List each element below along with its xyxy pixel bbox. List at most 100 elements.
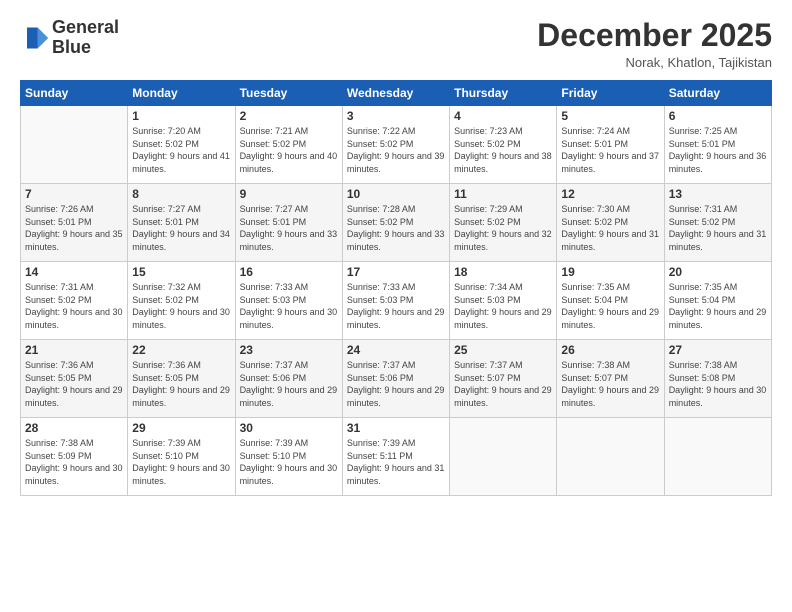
day-number: 1 [132, 109, 230, 123]
day-info: Sunrise: 7:39 AMSunset: 5:10 PMDaylight:… [132, 437, 230, 487]
day-cell: 1 Sunrise: 7:20 AMSunset: 5:02 PMDaylight… [128, 106, 235, 184]
week-row-4: 21 Sunrise: 7:36 AMSunset: 5:05 PMDayligh… [21, 340, 772, 418]
day-number: 11 [454, 187, 552, 201]
calendar-table: SundayMondayTuesdayWednesdayThursdayFrid… [20, 80, 772, 496]
header-sunday: Sunday [21, 81, 128, 106]
day-number: 21 [25, 343, 123, 357]
day-number: 12 [561, 187, 659, 201]
day-number: 16 [240, 265, 338, 279]
day-cell: 22 Sunrise: 7:36 AMSunset: 5:05 PMDayligh… [128, 340, 235, 418]
location: Norak, Khatlon, Tajikistan [537, 55, 772, 70]
day-number: 18 [454, 265, 552, 279]
day-info: Sunrise: 7:32 AMSunset: 5:02 PMDaylight:… [132, 281, 230, 331]
day-cell: 16Sunrise: 7:33 AMSunset: 5:03 PMDayligh… [235, 262, 342, 340]
day-number: 9 [240, 187, 338, 201]
week-row-2: 7Sunrise: 7:26 AMSunset: 5:01 PMDaylight… [21, 184, 772, 262]
week-row-1: 1 Sunrise: 7:20 AMSunset: 5:02 PMDaylight… [21, 106, 772, 184]
header-monday: Monday [128, 81, 235, 106]
header-friday: Friday [557, 81, 664, 106]
day-number: 22 [132, 343, 230, 357]
day-cell: 2 Sunrise: 7:21 AMSunset: 5:02 PMDaylight… [235, 106, 342, 184]
header-saturday: Saturday [664, 81, 771, 106]
day-info: Sunrise: 7:38 AMSunset: 5:09 PMDaylight:… [25, 437, 123, 487]
day-cell: 5 Sunrise: 7:24 AMSunset: 5:01 PMDaylight… [557, 106, 664, 184]
day-cell: 4Sunrise: 7:23 AMSunset: 5:02 PMDaylight… [450, 106, 557, 184]
day-cell: 19 Sunrise: 7:35 AMSunset: 5:04 PMDayligh… [557, 262, 664, 340]
day-info: Sunrise: 7:37 AMSunset: 5:06 PMDaylight:… [240, 359, 338, 409]
day-number: 15 [132, 265, 230, 279]
day-cell [557, 418, 664, 496]
day-cell: 3Sunrise: 7:22 AMSunset: 5:02 PMDaylight… [342, 106, 449, 184]
day-number: 10 [347, 187, 445, 201]
day-cell: 11 Sunrise: 7:29 AMSunset: 5:02 PMDayligh… [450, 184, 557, 262]
day-number: 23 [240, 343, 338, 357]
day-number: 7 [25, 187, 123, 201]
week-row-5: 28 Sunrise: 7:38 AMSunset: 5:09 PMDayligh… [21, 418, 772, 496]
day-cell: 14 Sunrise: 7:31 AMSunset: 5:02 PMDayligh… [21, 262, 128, 340]
day-number: 13 [669, 187, 767, 201]
day-cell: 9 Sunrise: 7:27 AMSunset: 5:01 PMDaylight… [235, 184, 342, 262]
day-info: Sunrise: 7:24 AMSunset: 5:01 PMDaylight:… [561, 125, 659, 175]
day-cell: 8 Sunrise: 7:27 AMSunset: 5:01 PMDaylight… [128, 184, 235, 262]
day-number: 29 [132, 421, 230, 435]
logo-text-blue: Blue [52, 38, 119, 58]
day-number: 6 [669, 109, 767, 123]
calendar-page: General Blue December 2025 Norak, Khatlo… [0, 0, 792, 612]
month-title: December 2025 [537, 18, 772, 53]
day-number: 5 [561, 109, 659, 123]
day-cell [450, 418, 557, 496]
day-cell: 31Sunrise: 7:39 AMSunset: 5:11 PMDayligh… [342, 418, 449, 496]
day-number: 27 [669, 343, 767, 357]
day-info: Sunrise: 7:33 AMSunset: 5:03 PMDaylight:… [347, 281, 445, 331]
day-number: 2 [240, 109, 338, 123]
day-number: 24 [347, 343, 445, 357]
day-cell: 25Sunrise: 7:37 AMSunset: 5:07 PMDayligh… [450, 340, 557, 418]
day-info: Sunrise: 7:39 AMSunset: 5:10 PMDaylight:… [240, 437, 338, 487]
day-info: Sunrise: 7:35 AMSunset: 5:04 PMDaylight:… [561, 281, 659, 331]
logo: General Blue [20, 18, 119, 58]
day-info: Sunrise: 7:28 AMSunset: 5:02 PMDaylight:… [347, 203, 445, 253]
logo-icon [20, 24, 48, 52]
day-cell: 26Sunrise: 7:38 AMSunset: 5:07 PMDayligh… [557, 340, 664, 418]
day-number: 30 [240, 421, 338, 435]
day-cell: 28 Sunrise: 7:38 AMSunset: 5:09 PMDayligh… [21, 418, 128, 496]
day-number: 14 [25, 265, 123, 279]
day-info: Sunrise: 7:30 AMSunset: 5:02 PMDaylight:… [561, 203, 659, 253]
day-number: 4 [454, 109, 552, 123]
day-info: Sunrise: 7:31 AMSunset: 5:02 PMDaylight:… [25, 281, 123, 331]
title-block: December 2025 Norak, Khatlon, Tajikistan [537, 18, 772, 70]
header-thursday: Thursday [450, 81, 557, 106]
day-info: Sunrise: 7:37 AMSunset: 5:06 PMDaylight:… [347, 359, 445, 409]
day-number: 28 [25, 421, 123, 435]
day-cell: 17 Sunrise: 7:33 AMSunset: 5:03 PMDayligh… [342, 262, 449, 340]
day-number: 17 [347, 265, 445, 279]
day-info: Sunrise: 7:21 AMSunset: 5:02 PMDaylight:… [240, 125, 338, 175]
day-number: 8 [132, 187, 230, 201]
day-info: Sunrise: 7:20 AMSunset: 5:02 PMDaylight:… [132, 125, 230, 175]
day-number: 3 [347, 109, 445, 123]
logo-text-general: General [52, 18, 119, 38]
day-cell [21, 106, 128, 184]
day-cell: 12 Sunrise: 7:30 AMSunset: 5:02 PMDayligh… [557, 184, 664, 262]
week-row-3: 14 Sunrise: 7:31 AMSunset: 5:02 PMDayligh… [21, 262, 772, 340]
day-number: 25 [454, 343, 552, 357]
day-cell: 21Sunrise: 7:36 AMSunset: 5:05 PMDayligh… [21, 340, 128, 418]
day-cell [664, 418, 771, 496]
day-number: 26 [561, 343, 659, 357]
day-info: Sunrise: 7:29 AMSunset: 5:02 PMDaylight:… [454, 203, 552, 253]
day-number: 19 [561, 265, 659, 279]
day-info: Sunrise: 7:27 AMSunset: 5:01 PMDaylight:… [132, 203, 230, 253]
day-cell: 6Sunrise: 7:25 AMSunset: 5:01 PMDaylight… [664, 106, 771, 184]
day-info: Sunrise: 7:31 AMSunset: 5:02 PMDaylight:… [669, 203, 767, 253]
day-cell: 30 Sunrise: 7:39 AMSunset: 5:10 PMDayligh… [235, 418, 342, 496]
day-cell: 20 Sunrise: 7:35 AMSunset: 5:04 PMDayligh… [664, 262, 771, 340]
day-info: Sunrise: 7:35 AMSunset: 5:04 PMDaylight:… [669, 281, 767, 331]
day-number: 20 [669, 265, 767, 279]
day-info: Sunrise: 7:36 AMSunset: 5:05 PMDaylight:… [132, 359, 230, 409]
day-cell: 13 Sunrise: 7:31 AMSunset: 5:02 PMDayligh… [664, 184, 771, 262]
header-tuesday: Tuesday [235, 81, 342, 106]
header-wednesday: Wednesday [342, 81, 449, 106]
day-info: Sunrise: 7:34 AMSunset: 5:03 PMDaylight:… [454, 281, 552, 331]
header-row: SundayMondayTuesdayWednesdayThursdayFrid… [21, 81, 772, 106]
day-info: Sunrise: 7:27 AMSunset: 5:01 PMDaylight:… [240, 203, 338, 253]
